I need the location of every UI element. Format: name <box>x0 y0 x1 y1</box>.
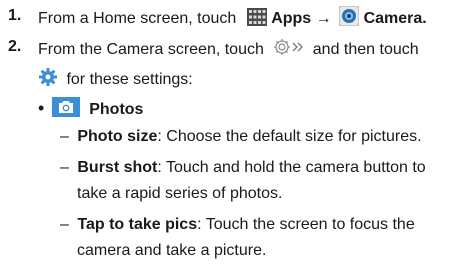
dash: – <box>60 159 69 176</box>
separator: : <box>157 159 162 176</box>
photo-camera-icon <box>51 97 80 123</box>
dash: – <box>60 128 69 145</box>
option-name: Tap to take pics <box>77 216 198 233</box>
option-photo-size: – Photo size: Choose the default size fo… <box>60 127 422 147</box>
camera-app-icon <box>338 5 360 32</box>
apps-grid-icon <box>246 8 267 32</box>
step-text: From a Home screen, touch <box>38 10 237 27</box>
step-number: 2. <box>8 38 22 55</box>
option-tap-to-take-pics: – Tap to take pics: Touch the screen to … <box>60 215 415 235</box>
camera-mode-icon <box>270 37 306 63</box>
option-text: Choose the default size for pictures. <box>166 128 422 145</box>
step-text: for these settings: <box>66 71 193 88</box>
option-text: Touch and hold the camera button to <box>165 159 426 176</box>
camera-label: Camera <box>363 10 423 27</box>
gear-icon <box>38 67 58 93</box>
bullet: • <box>38 98 45 118</box>
step-number: 1. <box>8 7 22 24</box>
step-text: From the Camera screen, touch <box>38 41 264 58</box>
step-text-end: and then touch <box>312 41 419 58</box>
separator: : <box>157 128 162 145</box>
apps-label: Apps <box>271 10 312 27</box>
dash: – <box>60 216 69 233</box>
section-title: Photos <box>89 101 144 118</box>
option-text: Touch the screen to focus the <box>205 216 415 233</box>
arrow: → <box>315 10 332 27</box>
option-burst-shot: – Burst shot: Touch and hold the camera … <box>60 158 426 178</box>
step-2-line-2: for these settings: <box>38 67 193 93</box>
separator: : <box>197 216 202 233</box>
option-name: Burst shot <box>77 159 158 176</box>
option-burst-shot-line-2: take a rapid series of photos. <box>77 185 283 202</box>
period: . <box>422 10 427 27</box>
option-name: Photo size <box>77 128 158 145</box>
section-photos: • Photos <box>38 97 143 123</box>
option-tap-to-take-pics-line-2: camera and take a picture. <box>77 242 267 259</box>
